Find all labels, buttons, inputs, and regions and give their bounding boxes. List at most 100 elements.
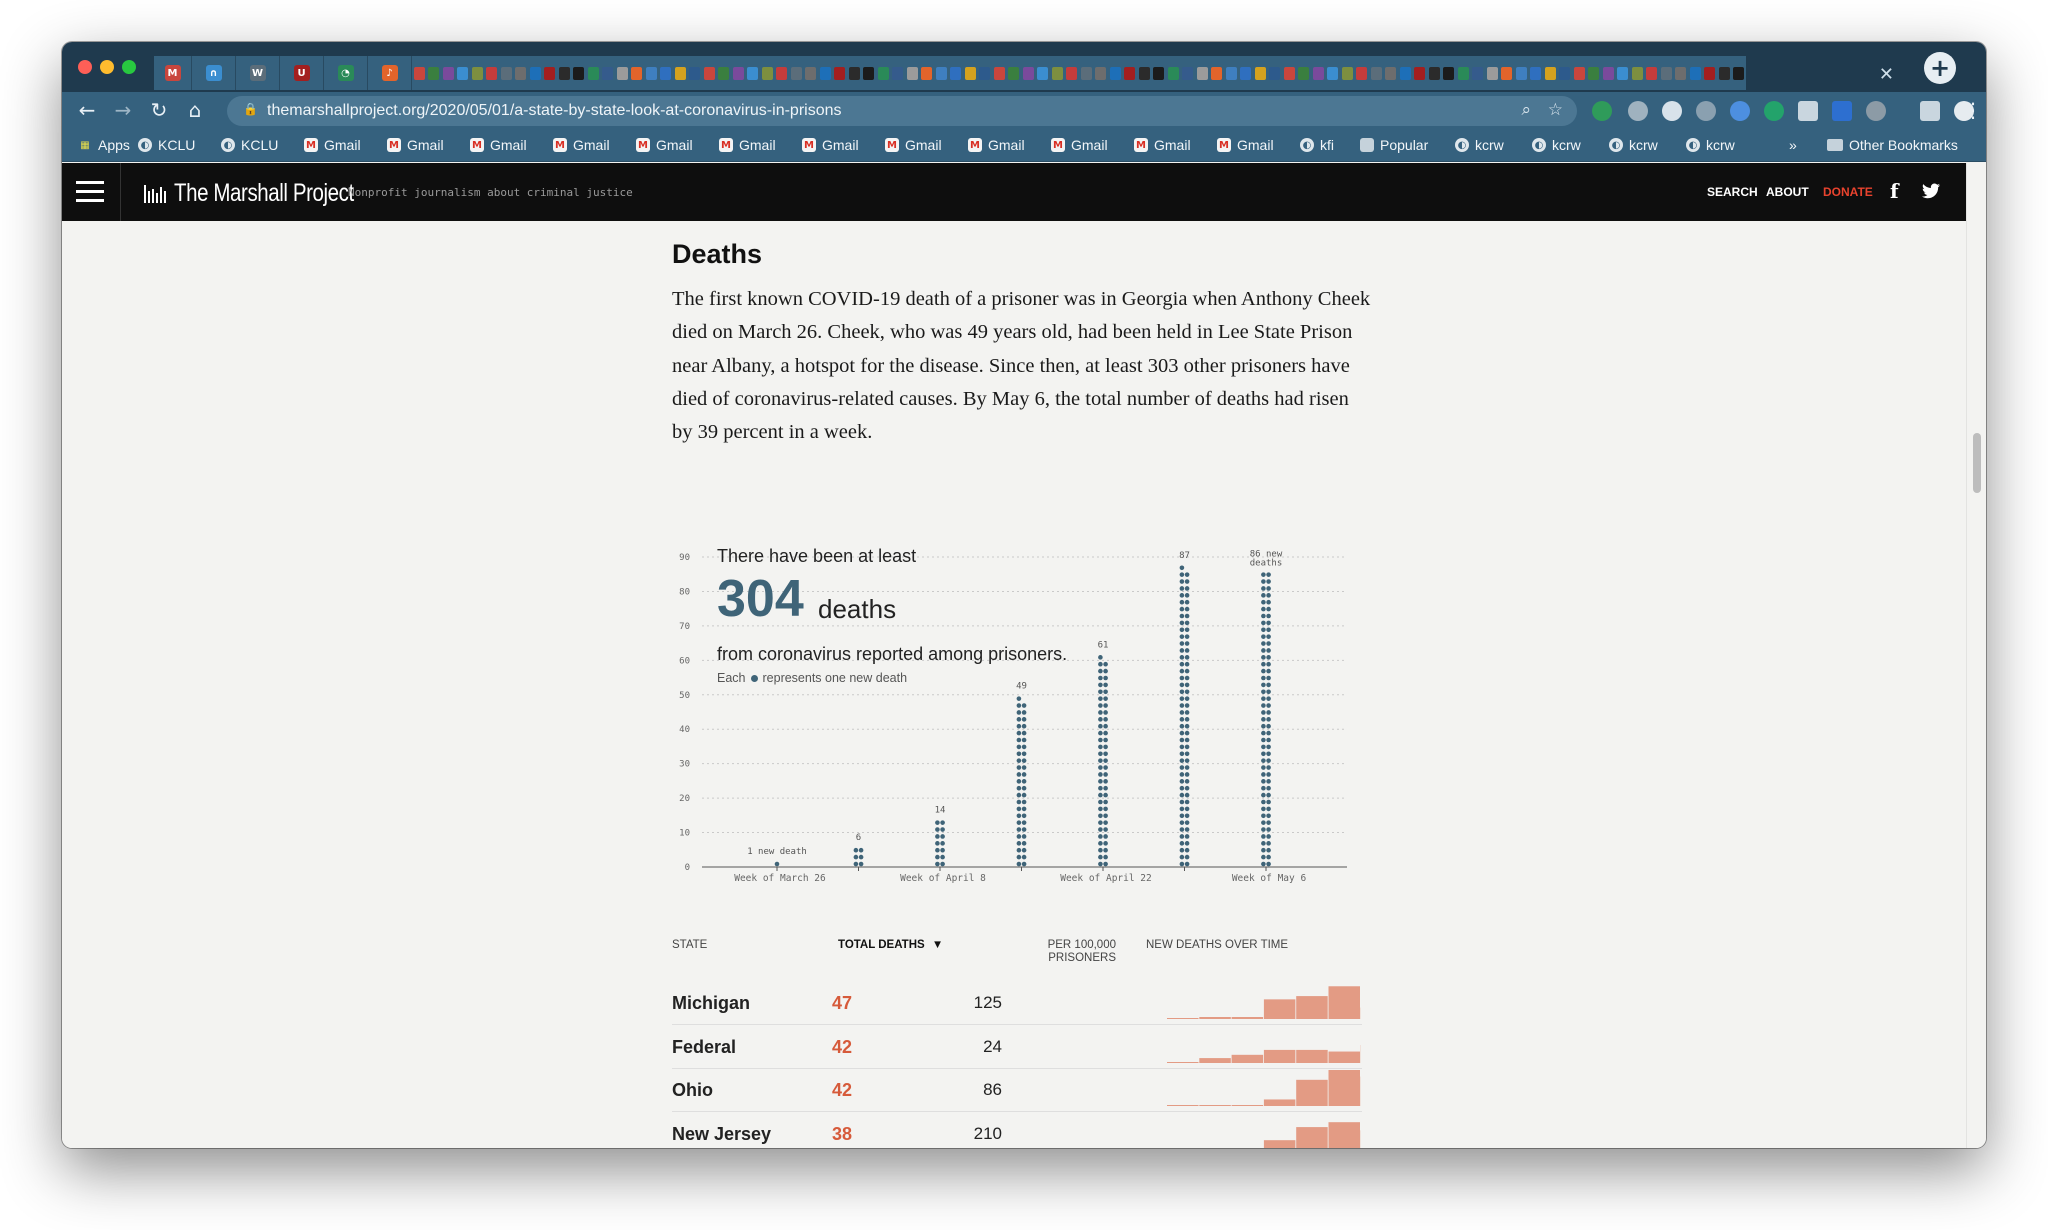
pinned-tab-favicon[interactable] — [412, 56, 427, 90]
n-app-tab-favicon[interactable]: ∩ — [192, 56, 236, 90]
pinned-tab-favicon[interactable] — [1499, 56, 1514, 90]
menu-kebab-icon[interactable]: ⋮ — [1960, 98, 1986, 122]
twitter-icon[interactable] — [1922, 183, 1940, 199]
pinned-tab-favicon[interactable] — [919, 56, 934, 90]
pinned-tab-favicon[interactable] — [1543, 56, 1558, 90]
extension-drive-icon[interactable] — [1696, 101, 1716, 121]
pinned-tab-favicon[interactable] — [890, 56, 905, 90]
pinned-tab-favicon[interactable] — [629, 56, 644, 90]
pinned-tab-favicon[interactable] — [1456, 56, 1471, 90]
bookmark-item[interactable]: ◐ KCLU — [221, 137, 278, 153]
pinned-tab-favicon[interactable] — [1093, 56, 1108, 90]
pinned-tab-favicon[interactable] — [789, 56, 804, 90]
pinned-tab-favicon[interactable] — [1224, 56, 1239, 90]
header-total-deaths[interactable]: TOTAL DEATHS ▼ — [838, 939, 943, 951]
other-bookmarks-folder[interactable]: Other Bookmarks — [1827, 137, 1958, 153]
bookmark-item[interactable]: M Gmail — [470, 137, 527, 153]
scrollbar-thumb[interactable] — [1973, 433, 1981, 493]
bookmark-item[interactable]: ◐ kcrw — [1532, 137, 1581, 153]
bookmark-item[interactable]: M Gmail — [968, 137, 1025, 153]
bookmark-item[interactable]: M Gmail — [885, 137, 942, 153]
extension-green-icon[interactable] — [1592, 101, 1612, 121]
pinned-tab-favicon[interactable] — [1195, 56, 1210, 90]
pinned-tab-favicon[interactable] — [1151, 56, 1166, 90]
pinned-tab-favicon[interactable] — [1006, 56, 1021, 90]
close-window-button[interactable] — [78, 60, 92, 74]
bookmark-item[interactable]: ▦ Apps — [78, 137, 130, 153]
close-tab-icon[interactable]: ✕ — [1879, 64, 1894, 85]
extension-b-icon[interactable] — [1832, 101, 1852, 121]
pinned-tab-favicon[interactable] — [1369, 56, 1384, 90]
pinned-tab-favicon[interactable] — [1383, 56, 1398, 90]
pinned-tab-favicon[interactable] — [760, 56, 775, 90]
about-link[interactable]: ABOUT — [1766, 185, 1809, 199]
pinned-tab-favicon[interactable] — [818, 56, 833, 90]
pinned-tab-favicon[interactable] — [499, 56, 514, 90]
pinned-tab-favicon[interactable] — [1354, 56, 1369, 90]
pinned-tab-favicon[interactable] — [1253, 56, 1268, 90]
pinned-tab-favicon[interactable] — [934, 56, 949, 90]
pinned-tab-favicon[interactable] — [1209, 56, 1224, 90]
pinned-tab-favicon[interactable] — [1137, 56, 1152, 90]
pinned-tab-favicon[interactable] — [861, 56, 876, 90]
pinned-tab-favicon[interactable] — [1615, 56, 1630, 90]
bookmark-item[interactable]: ◐ kcrw — [1455, 137, 1504, 153]
bookmark-item[interactable]: M Gmail — [719, 137, 776, 153]
pinned-tab-favicon[interactable] — [847, 56, 862, 90]
search-link[interactable]: SEARCH — [1707, 185, 1758, 199]
bookmark-item[interactable]: M Gmail — [1217, 137, 1274, 153]
pinned-tab-favicon[interactable] — [600, 56, 615, 90]
pinned-tab-favicon[interactable] — [1731, 56, 1746, 90]
bookmark-item[interactable]: ◐ kcrw — [1686, 137, 1735, 153]
pinned-tab-favicon[interactable] — [1702, 56, 1717, 90]
pinned-tab-favicon[interactable] — [1296, 56, 1311, 90]
site-logo-text[interactable]: The Marshall Project — [174, 179, 354, 208]
facebook-icon[interactable]: f — [1890, 179, 1899, 203]
bookmark-item[interactable]: Popular — [1360, 137, 1428, 153]
pinned-tab-favicon[interactable] — [426, 56, 441, 90]
pinned-tab-favicon[interactable] — [992, 56, 1007, 90]
pinned-tab-favicon[interactable] — [803, 56, 818, 90]
pinned-tab-favicon[interactable] — [1340, 56, 1355, 90]
pinned-tab-favicon[interactable] — [1427, 56, 1442, 90]
pinned-tab-favicon[interactable] — [1064, 56, 1079, 90]
search-zoom-icon[interactable]: ⌕ — [1521, 100, 1531, 120]
pinned-tab-favicon[interactable] — [745, 56, 760, 90]
pinned-tab-favicon[interactable] — [441, 56, 456, 90]
hamburger-menu-icon[interactable] — [76, 181, 104, 203]
bookmark-item[interactable]: M Gmail — [553, 137, 610, 153]
wsj-tab-favicon[interactable]: W — [236, 56, 280, 90]
pinned-tab-favicon[interactable] — [1688, 56, 1703, 90]
pinned-tab-favicon[interactable] — [687, 56, 702, 90]
pinned-tab-favicon[interactable] — [1398, 56, 1413, 90]
page-scrollbar[interactable] — [1966, 163, 1986, 1148]
pinned-tab-favicon[interactable] — [557, 56, 572, 90]
header-state[interactable]: STATE — [672, 939, 707, 951]
pinned-tab-favicon[interactable] — [1630, 56, 1645, 90]
pinned-tab-favicon[interactable] — [774, 56, 789, 90]
pinned-tab-favicon[interactable] — [702, 56, 717, 90]
pinned-tab-favicon[interactable] — [1441, 56, 1456, 90]
address-bar[interactable]: 🔒 themarshallproject.org/2020/05/01/a-st… — [227, 96, 1577, 126]
back-arrow-icon[interactable]: ← — [74, 98, 100, 122]
bookmark-item[interactable]: M Gmail — [1051, 137, 1108, 153]
donate-link[interactable]: DONATE — [1823, 185, 1873, 199]
pinned-tab-favicon[interactable] — [528, 56, 543, 90]
pinned-tab-favicon[interactable] — [905, 56, 920, 90]
pinned-tab-favicon[interactable] — [1586, 56, 1601, 90]
bookmark-item[interactable]: M Gmail — [636, 137, 693, 153]
pinned-tab-favicon[interactable] — [1050, 56, 1065, 90]
pinned-tab-favicon[interactable] — [1572, 56, 1587, 90]
bookmark-item[interactable]: ◐ kfi — [1300, 137, 1334, 153]
marshall-logo-icon[interactable] — [144, 183, 166, 203]
pinned-tab-favicon[interactable] — [948, 56, 963, 90]
pinned-tab-favicon[interactable] — [484, 56, 499, 90]
whatsapp-tab-favicon[interactable]: ◔ — [324, 56, 368, 90]
pinned-tab-favicon[interactable] — [977, 56, 992, 90]
extension-doc-icon[interactable] — [1798, 101, 1818, 121]
bookmark-item[interactable]: M Gmail — [1134, 137, 1191, 153]
extension-circle-icon[interactable] — [1662, 101, 1682, 121]
pinned-tab-favicon[interactable] — [673, 56, 688, 90]
pinned-tab-favicon[interactable] — [1311, 56, 1326, 90]
pinned-tab-favicon[interactable] — [470, 56, 485, 90]
